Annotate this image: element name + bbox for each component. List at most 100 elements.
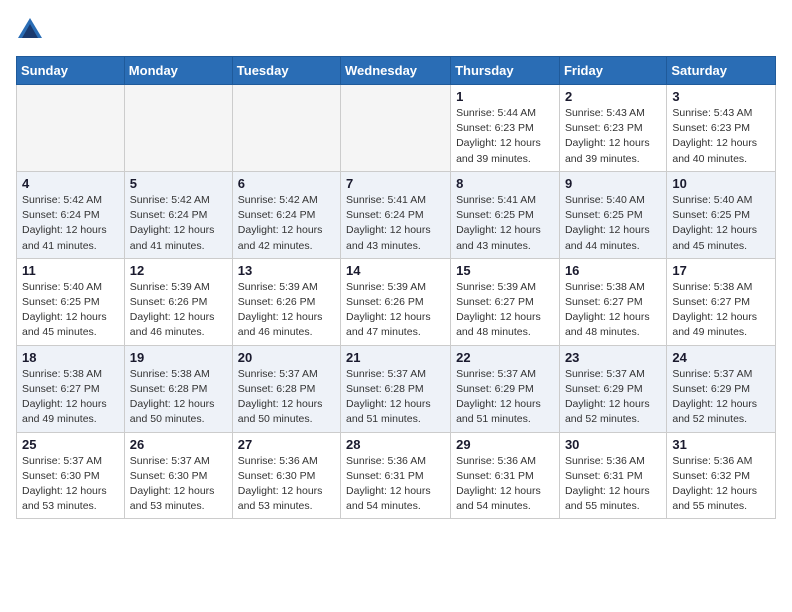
day-number: 26 [130,437,227,452]
day-number: 4 [22,176,119,191]
calendar-cell: 3 Sunrise: 5:43 AM Sunset: 6:23 PM Daylig… [667,85,776,172]
day-detail: Sunrise: 5:42 AM Sunset: 6:24 PM Dayligh… [22,193,119,254]
calendar-cell: 4 Sunrise: 5:42 AM Sunset: 6:24 PM Daylig… [17,171,125,258]
calendar-cell: 17 Sunrise: 5:38 AM Sunset: 6:27 PM Dayli… [667,258,776,345]
day-number: 11 [22,263,119,278]
calendar-week-row: 11 Sunrise: 5:40 AM Sunset: 6:25 PM Dayli… [17,258,776,345]
day-number: 20 [238,350,335,365]
day-number: 29 [456,437,554,452]
day-detail: Sunrise: 5:38 AM Sunset: 6:27 PM Dayligh… [22,367,119,428]
calendar-cell: 8 Sunrise: 5:41 AM Sunset: 6:25 PM Daylig… [451,171,560,258]
calendar-cell: 23Sunrise: 5:37 AM Sunset: 6:29 PM Dayli… [559,345,666,432]
day-detail: Sunrise: 5:36 AM Sunset: 6:31 PM Dayligh… [565,454,661,515]
weekday-header: Monday [124,57,232,85]
weekday-header: Saturday [667,57,776,85]
day-number: 8 [456,176,554,191]
calendar-cell: 15 Sunrise: 5:39 AM Sunset: 6:27 PM Dayli… [451,258,560,345]
weekday-header-row: SundayMondayTuesdayWednesdayThursdayFrid… [17,57,776,85]
day-detail: Sunrise: 5:41 AM Sunset: 6:24 PM Dayligh… [346,193,445,254]
calendar-cell: 18 Sunrise: 5:38 AM Sunset: 6:27 PM Dayli… [17,345,125,432]
day-detail: Sunrise: 5:42 AM Sunset: 6:24 PM Dayligh… [238,193,335,254]
calendar-cell: 27Sunrise: 5:36 AM Sunset: 6:30 PM Dayli… [232,432,340,519]
calendar-cell: 20Sunrise: 5:37 AM Sunset: 6:28 PM Dayli… [232,345,340,432]
day-detail: Sunrise: 5:37 AM Sunset: 6:29 PM Dayligh… [565,367,661,428]
day-detail: Sunrise: 5:40 AM Sunset: 6:25 PM Dayligh… [565,193,661,254]
day-detail: Sunrise: 5:44 AM Sunset: 6:23 PM Dayligh… [456,106,554,167]
day-number: 7 [346,176,445,191]
day-number: 10 [672,176,770,191]
calendar-table: SundayMondayTuesdayWednesdayThursdayFrid… [16,56,776,519]
day-detail: Sunrise: 5:40 AM Sunset: 6:25 PM Dayligh… [22,280,119,341]
day-detail: Sunrise: 5:43 AM Sunset: 6:23 PM Dayligh… [672,106,770,167]
day-number: 28 [346,437,445,452]
day-detail: Sunrise: 5:37 AM Sunset: 6:30 PM Dayligh… [22,454,119,515]
day-detail: Sunrise: 5:37 AM Sunset: 6:30 PM Dayligh… [130,454,227,515]
calendar-cell: 7 Sunrise: 5:41 AM Sunset: 6:24 PM Daylig… [341,171,451,258]
day-number: 9 [565,176,661,191]
day-number: 2 [565,89,661,104]
day-number: 5 [130,176,227,191]
calendar-cell: 5 Sunrise: 5:42 AM Sunset: 6:24 PM Daylig… [124,171,232,258]
day-number: 14 [346,263,445,278]
day-number: 16 [565,263,661,278]
weekday-header: Tuesday [232,57,340,85]
calendar-cell: 26 Sunrise: 5:37 AM Sunset: 6:30 PM Dayli… [124,432,232,519]
calendar-cell [17,85,125,172]
page-header [16,16,776,44]
day-detail: Sunrise: 5:42 AM Sunset: 6:24 PM Dayligh… [130,193,227,254]
day-number: 30 [565,437,661,452]
calendar-cell: 25Sunrise: 5:37 AM Sunset: 6:30 PM Dayli… [17,432,125,519]
day-detail: Sunrise: 5:36 AM Sunset: 6:31 PM Dayligh… [346,454,445,515]
day-detail: Sunrise: 5:40 AM Sunset: 6:25 PM Dayligh… [672,193,770,254]
weekday-header: Thursday [451,57,560,85]
calendar-cell: 31Sunrise: 5:36 AM Sunset: 6:32 PM Dayli… [667,432,776,519]
day-detail: Sunrise: 5:37 AM Sunset: 6:29 PM Dayligh… [456,367,554,428]
calendar-cell [232,85,340,172]
day-detail: Sunrise: 5:41 AM Sunset: 6:25 PM Dayligh… [456,193,554,254]
day-number: 24 [672,350,770,365]
day-detail: Sunrise: 5:38 AM Sunset: 6:27 PM Dayligh… [672,280,770,341]
calendar-cell: 12 Sunrise: 5:39 AM Sunset: 6:26 PM Dayli… [124,258,232,345]
day-detail: Sunrise: 5:38 AM Sunset: 6:28 PM Dayligh… [130,367,227,428]
day-detail: Sunrise: 5:39 AM Sunset: 6:26 PM Dayligh… [346,280,445,341]
day-number: 15 [456,263,554,278]
day-detail: Sunrise: 5:36 AM Sunset: 6:31 PM Dayligh… [456,454,554,515]
calendar-cell: 6 Sunrise: 5:42 AM Sunset: 6:24 PM Daylig… [232,171,340,258]
logo [16,16,48,44]
day-number: 3 [672,89,770,104]
calendar-week-row: 25Sunrise: 5:37 AM Sunset: 6:30 PM Dayli… [17,432,776,519]
day-number: 6 [238,176,335,191]
calendar-cell [124,85,232,172]
calendar-cell: 16 Sunrise: 5:38 AM Sunset: 6:27 PM Dayli… [559,258,666,345]
day-detail: Sunrise: 5:38 AM Sunset: 6:27 PM Dayligh… [565,280,661,341]
day-detail: Sunrise: 5:39 AM Sunset: 6:26 PM Dayligh… [238,280,335,341]
day-number: 21 [346,350,445,365]
day-number: 27 [238,437,335,452]
day-number: 31 [672,437,770,452]
weekday-header: Sunday [17,57,125,85]
day-number: 12 [130,263,227,278]
weekday-header: Friday [559,57,666,85]
calendar-week-row: 18 Sunrise: 5:38 AM Sunset: 6:27 PM Dayli… [17,345,776,432]
day-number: 1 [456,89,554,104]
calendar-cell: 22 Sunrise: 5:37 AM Sunset: 6:29 PM Dayli… [451,345,560,432]
day-detail: Sunrise: 5:39 AM Sunset: 6:27 PM Dayligh… [456,280,554,341]
calendar-cell: 1 Sunrise: 5:44 AM Sunset: 6:23 PM Daylig… [451,85,560,172]
day-detail: Sunrise: 5:37 AM Sunset: 6:29 PM Dayligh… [672,367,770,428]
calendar-cell: 30 Sunrise: 5:36 AM Sunset: 6:31 PM Dayli… [559,432,666,519]
calendar-cell: 29 Sunrise: 5:36 AM Sunset: 6:31 PM Dayli… [451,432,560,519]
day-number: 22 [456,350,554,365]
logo-icon [16,16,44,44]
calendar-week-row: 1 Sunrise: 5:44 AM Sunset: 6:23 PM Daylig… [17,85,776,172]
calendar-cell: 28 Sunrise: 5:36 AM Sunset: 6:31 PM Dayli… [341,432,451,519]
calendar-cell: 11 Sunrise: 5:40 AM Sunset: 6:25 PM Dayli… [17,258,125,345]
day-number: 18 [22,350,119,365]
day-number: 17 [672,263,770,278]
calendar-cell [341,85,451,172]
day-detail: Sunrise: 5:39 AM Sunset: 6:26 PM Dayligh… [130,280,227,341]
calendar-cell: 14 Sunrise: 5:39 AM Sunset: 6:26 PM Dayli… [341,258,451,345]
calendar-week-row: 4 Sunrise: 5:42 AM Sunset: 6:24 PM Daylig… [17,171,776,258]
weekday-header: Wednesday [341,57,451,85]
day-detail: Sunrise: 5:37 AM Sunset: 6:28 PM Dayligh… [346,367,445,428]
calendar-cell: 2Sunrise: 5:43 AM Sunset: 6:23 PM Daylig… [559,85,666,172]
